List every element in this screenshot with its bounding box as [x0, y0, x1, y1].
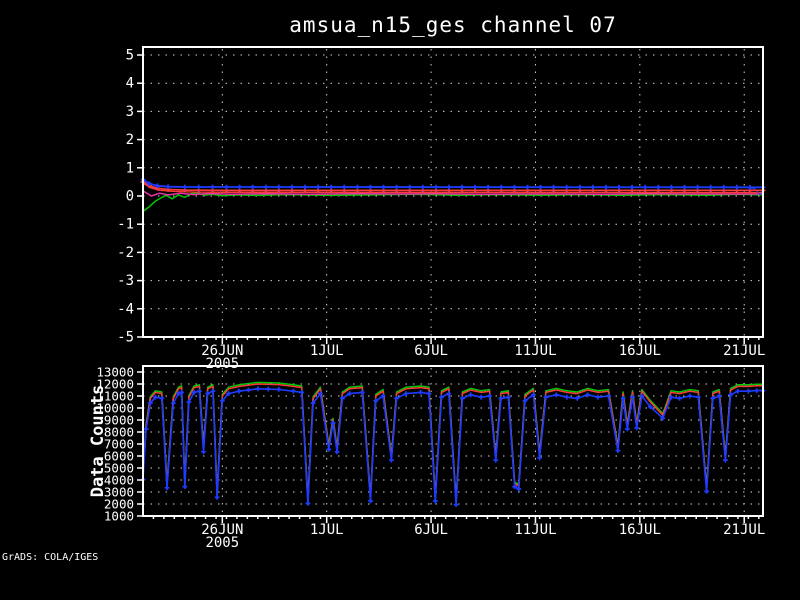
y-tick-label: -2	[117, 245, 134, 261]
y-tick-label: 2	[126, 132, 134, 148]
x-tick-label: 21JUL	[723, 522, 765, 538]
x-tick-label: 21JUL	[723, 343, 765, 359]
x-tick-label: 11JUL	[514, 343, 556, 359]
x-tick-label: 6JUL	[414, 343, 448, 359]
y-tick-label: 0	[126, 189, 134, 205]
x-tick-label: 16JUL	[619, 522, 661, 538]
y-tick-label: -5	[117, 330, 134, 346]
bottom-panel: 1300012000110001000090008000700060005000…	[96, 365, 766, 551]
series-green-line	[142, 191, 764, 213]
series-blue-marker-line	[142, 178, 764, 189]
grads-watermark: GrADS: COLA/IGES	[2, 552, 99, 563]
grads-plot-window: amsua_n15_ges channel 07 5 4 3 2 1 0 -1 -2 -3 -4-…	[0, 0, 800, 600]
y-tick-label: -1	[117, 217, 134, 233]
axis-ticks	[137, 54, 760, 344]
y-tick-label: 3	[126, 104, 134, 120]
y-tick-label: 4	[126, 76, 134, 92]
x-tick-sublabel: 2005	[205, 356, 239, 372]
x-tick-label: 6JUL	[414, 522, 448, 538]
axis-labels: 543210-1-2-3-4-526JUN20051JUL 6JUL 11JUL 16…	[117, 48, 765, 373]
y-tick-label: 1	[126, 160, 134, 176]
y-tick-label: -3	[117, 273, 134, 289]
y-tick-label: 5	[126, 48, 134, 64]
top-panel: 543210-1-2-3-4-526JUN20051JUL 6JUL 11JUL 16…	[117, 46, 766, 373]
series-blue-counts	[142, 388, 763, 506]
x-tick-label: 1JUL	[310, 522, 344, 538]
chart-canvas: 543210-1-2-3-4-526JUN20051JUL 6JUL 11JUL 16…	[96, 46, 766, 551]
x-tick-label: 11JUL	[514, 522, 556, 538]
x-tick-label: 16JUL	[619, 343, 661, 359]
y-tick-label: 1000	[104, 509, 134, 524]
x-tick-sublabel: 2005	[205, 535, 239, 551]
y-tick-label: -4	[117, 301, 134, 317]
y-axis-title: Data Counts	[88, 384, 108, 498]
x-tick-label: 1JUL	[310, 343, 344, 359]
